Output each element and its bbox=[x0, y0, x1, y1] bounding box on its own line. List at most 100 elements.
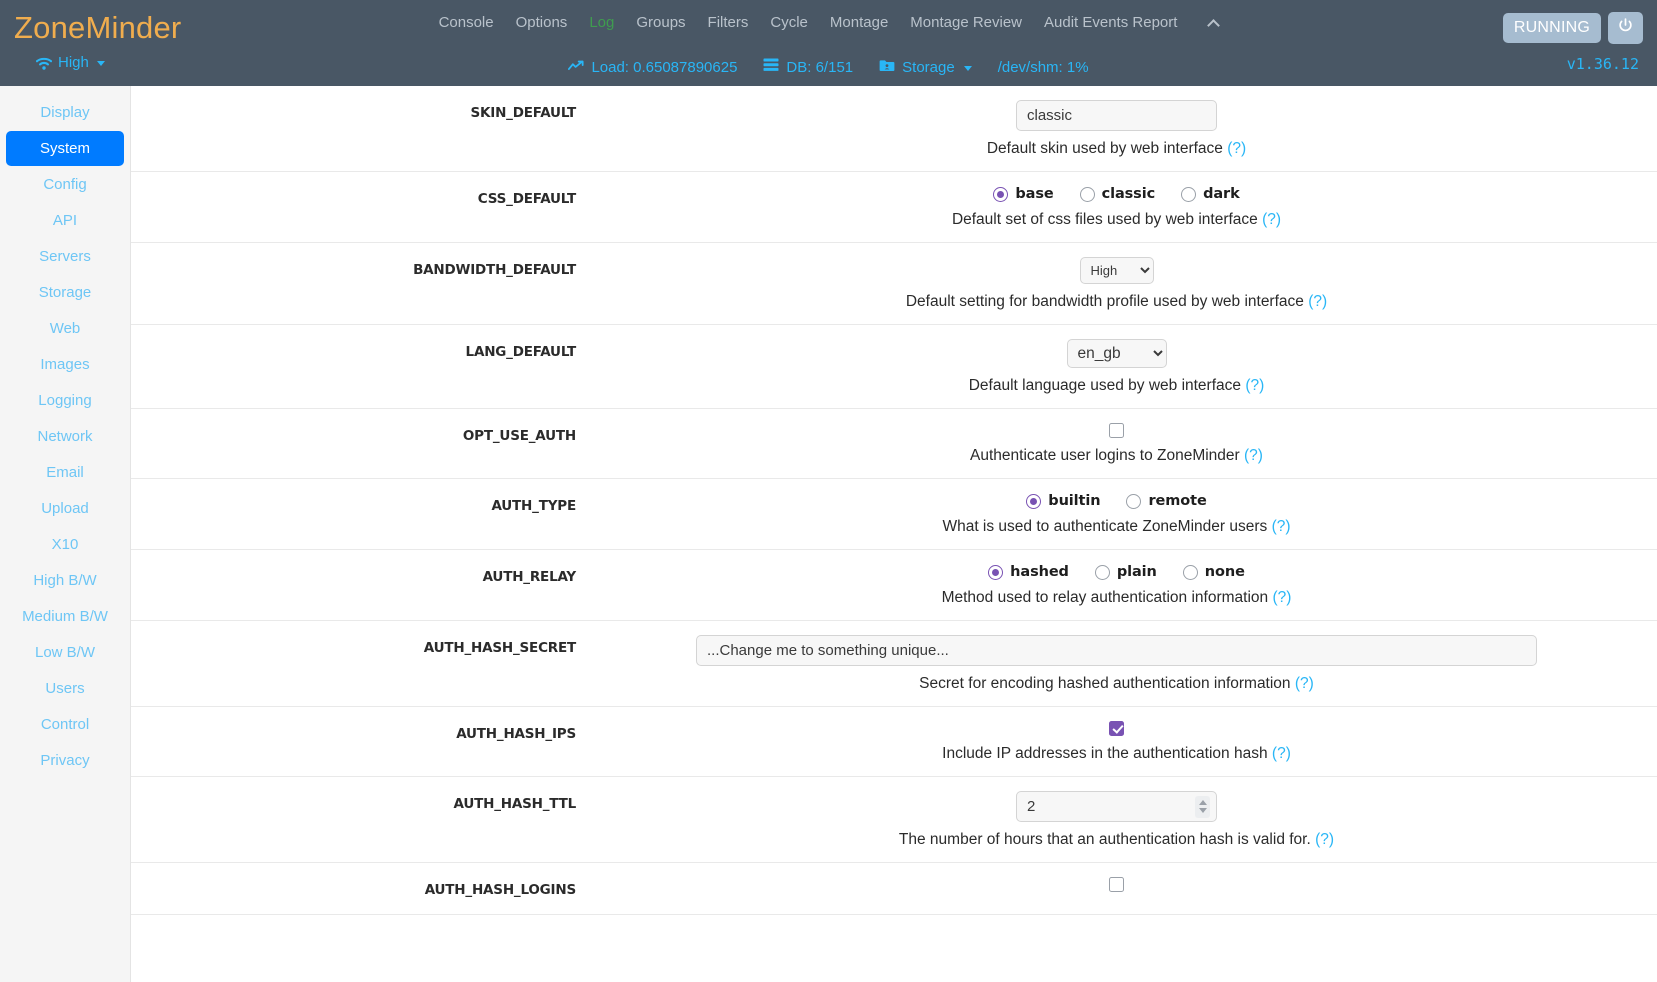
option-hint-text: Default skin used by web interface bbox=[986, 140, 1223, 157]
nav-item-audit-events-report[interactable]: Audit Events Report bbox=[1044, 14, 1177, 31]
sidebar-item-privacy[interactable]: Privacy bbox=[6, 743, 124, 778]
sidebar-item-system[interactable]: System bbox=[6, 131, 124, 166]
lang-default-select[interactable]: en_gb bbox=[1066, 339, 1167, 368]
radio-option-hashed[interactable]: hashed bbox=[988, 564, 1069, 580]
sidebar-item-servers[interactable]: Servers bbox=[6, 239, 124, 274]
sidebar-item-users[interactable]: Users bbox=[6, 671, 124, 706]
auth-hash-ips-checkbox[interactable] bbox=[1109, 721, 1124, 736]
status-load[interactable]: Load: 0.65087890625 bbox=[568, 59, 737, 76]
option-hint: Default set of css files used by web int… bbox=[952, 211, 1281, 229]
nav-item-groups[interactable]: Groups bbox=[636, 14, 685, 31]
nav-item-filters[interactable]: Filters bbox=[708, 14, 749, 31]
radio-indicator[interactable] bbox=[1079, 186, 1095, 202]
chevron-down-icon bbox=[963, 65, 972, 71]
option-label: AUTH_RELAY bbox=[482, 569, 577, 585]
option-row-auth-hash-ips: AUTH_HASH_IPS Include IP addresses in th… bbox=[131, 707, 1657, 777]
option-hint: What is used to authenticate ZoneMinder … bbox=[942, 518, 1290, 536]
css-default-radio-group: base classic dark bbox=[993, 186, 1240, 202]
help-icon[interactable]: (?) bbox=[1272, 745, 1291, 762]
radio-option-builtin[interactable]: builtin bbox=[1026, 493, 1101, 509]
sidebar-item-web[interactable]: Web bbox=[6, 311, 124, 346]
option-hint: Secret for encoding hashed authenticatio… bbox=[919, 675, 1314, 693]
sidebar-item-config[interactable]: Config bbox=[6, 167, 124, 202]
auth-hash-secret-input[interactable] bbox=[696, 635, 1537, 666]
status-shm: /dev/shm: 1% bbox=[998, 59, 1089, 76]
help-icon[interactable]: (?) bbox=[1227, 140, 1246, 157]
radio-option-classic[interactable]: classic bbox=[1079, 186, 1156, 202]
help-icon[interactable]: (?) bbox=[1315, 831, 1334, 848]
sidebar-item-x10[interactable]: X10 bbox=[6, 527, 124, 562]
option-row-opt-use-auth: OPT_USE_AUTH Authenticate user logins to… bbox=[131, 409, 1657, 479]
nav-item-options[interactable]: Options bbox=[516, 14, 568, 31]
power-icon bbox=[1617, 17, 1634, 39]
sidebar-item-logging[interactable]: Logging bbox=[6, 383, 124, 418]
sidebar-item-medium-bw[interactable]: Medium B/W bbox=[6, 599, 124, 634]
sidebar-item-email[interactable]: Email bbox=[6, 455, 124, 490]
option-hint: Include IP addresses in the authenticati… bbox=[942, 745, 1291, 763]
skin-default-input[interactable] bbox=[1016, 100, 1217, 131]
header-actions: RUNNING bbox=[1502, 12, 1643, 44]
radio-indicator[interactable] bbox=[1181, 186, 1197, 202]
opt-use-auth-checkbox[interactable] bbox=[1109, 423, 1124, 438]
sidebar-item-control[interactable]: Control bbox=[6, 707, 124, 742]
spinner-up-icon[interactable] bbox=[1198, 800, 1207, 805]
radio-indicator[interactable] bbox=[993, 186, 1009, 202]
chevron-up-icon[interactable] bbox=[1207, 19, 1221, 32]
radio-option-none[interactable]: none bbox=[1182, 564, 1245, 580]
option-row-auth-hash-logins: AUTH_HASH_LOGINS bbox=[131, 863, 1657, 915]
option-hint: The number of hours that an authenticati… bbox=[899, 831, 1334, 849]
spinner-down-icon[interactable] bbox=[1198, 808, 1207, 813]
radio-label: classic bbox=[1101, 186, 1156, 202]
options-form: SKIN_DEFAULT Default skin used by web in… bbox=[131, 86, 1657, 982]
sidebar-item-api[interactable]: API bbox=[6, 203, 124, 238]
nav-item-cycle[interactable]: Cycle bbox=[770, 14, 808, 31]
status-badge[interactable]: RUNNING bbox=[1502, 12, 1601, 44]
help-icon[interactable]: (?) bbox=[1295, 675, 1314, 692]
option-label: AUTH_HASH_SECRET bbox=[423, 640, 576, 656]
auth-hash-ttl-stepper[interactable] bbox=[1016, 791, 1217, 822]
power-button[interactable] bbox=[1608, 12, 1643, 44]
radio-indicator[interactable] bbox=[1094, 564, 1110, 580]
option-hint: Authenticate user logins to ZoneMinder (… bbox=[970, 447, 1263, 465]
sidebar-item-display[interactable]: Display bbox=[6, 95, 124, 130]
sidebar-item-storage[interactable]: Storage bbox=[6, 275, 124, 310]
radio-indicator[interactable] bbox=[1026, 493, 1042, 509]
help-icon[interactable]: (?) bbox=[1245, 377, 1264, 394]
help-icon[interactable]: (?) bbox=[1272, 518, 1291, 535]
auth-relay-radio-group: hashed plain none bbox=[988, 564, 1245, 580]
help-icon[interactable]: (?) bbox=[1308, 293, 1327, 310]
sidebar-item-images[interactable]: Images bbox=[6, 347, 124, 382]
help-icon[interactable]: (?) bbox=[1262, 211, 1281, 228]
radio-option-remote[interactable]: remote bbox=[1126, 493, 1207, 509]
sidebar-item-high-bw[interactable]: High B/W bbox=[6, 563, 124, 598]
option-row-skin-default: SKIN_DEFAULT Default skin used by web in… bbox=[131, 86, 1657, 172]
options-sidebar: Display System Config API Servers Storag… bbox=[0, 86, 131, 982]
auth-hash-ttl-input[interactable] bbox=[1016, 791, 1217, 822]
option-row-auth-hash-secret: AUTH_HASH_SECRET Secret for encoding has… bbox=[131, 621, 1657, 707]
bandwidth-default-select[interactable]: High bbox=[1079, 257, 1154, 284]
nav-item-montage[interactable]: Montage bbox=[830, 14, 888, 31]
nav-item-montage-review[interactable]: Montage Review bbox=[910, 14, 1022, 31]
status-db-label: DB: 6/151 bbox=[786, 58, 854, 76]
radio-label: none bbox=[1204, 564, 1245, 580]
sidebar-item-low-bw[interactable]: Low B/W bbox=[6, 635, 124, 670]
sidebar-item-upload[interactable]: Upload bbox=[6, 491, 124, 526]
radio-indicator[interactable] bbox=[1126, 493, 1142, 509]
spinner-arrows-icon[interactable] bbox=[1195, 795, 1210, 818]
sidebar-item-network[interactable]: Network bbox=[6, 419, 124, 454]
option-row-auth-relay: AUTH_RELAY hashed plain none Method used… bbox=[131, 550, 1657, 621]
nav-item-console[interactable]: Console bbox=[439, 14, 494, 31]
radio-option-plain[interactable]: plain bbox=[1094, 564, 1157, 580]
radio-option-base[interactable]: base bbox=[993, 186, 1054, 202]
nav-item-log[interactable]: Log bbox=[589, 14, 614, 31]
radio-indicator[interactable] bbox=[1182, 564, 1198, 580]
status-db[interactable]: DB: 6/151 bbox=[763, 58, 853, 76]
status-storage[interactable]: Storage bbox=[879, 59, 972, 76]
help-icon[interactable]: (?) bbox=[1244, 447, 1263, 464]
option-hint-text: Default language used by web interface bbox=[968, 377, 1242, 394]
auth-hash-logins-checkbox[interactable] bbox=[1109, 877, 1124, 892]
option-hint: Default setting for bandwidth profile us… bbox=[906, 293, 1327, 311]
radio-indicator[interactable] bbox=[988, 564, 1004, 580]
help-icon[interactable]: (?) bbox=[1272, 589, 1291, 606]
radio-option-dark[interactable]: dark bbox=[1181, 186, 1240, 202]
